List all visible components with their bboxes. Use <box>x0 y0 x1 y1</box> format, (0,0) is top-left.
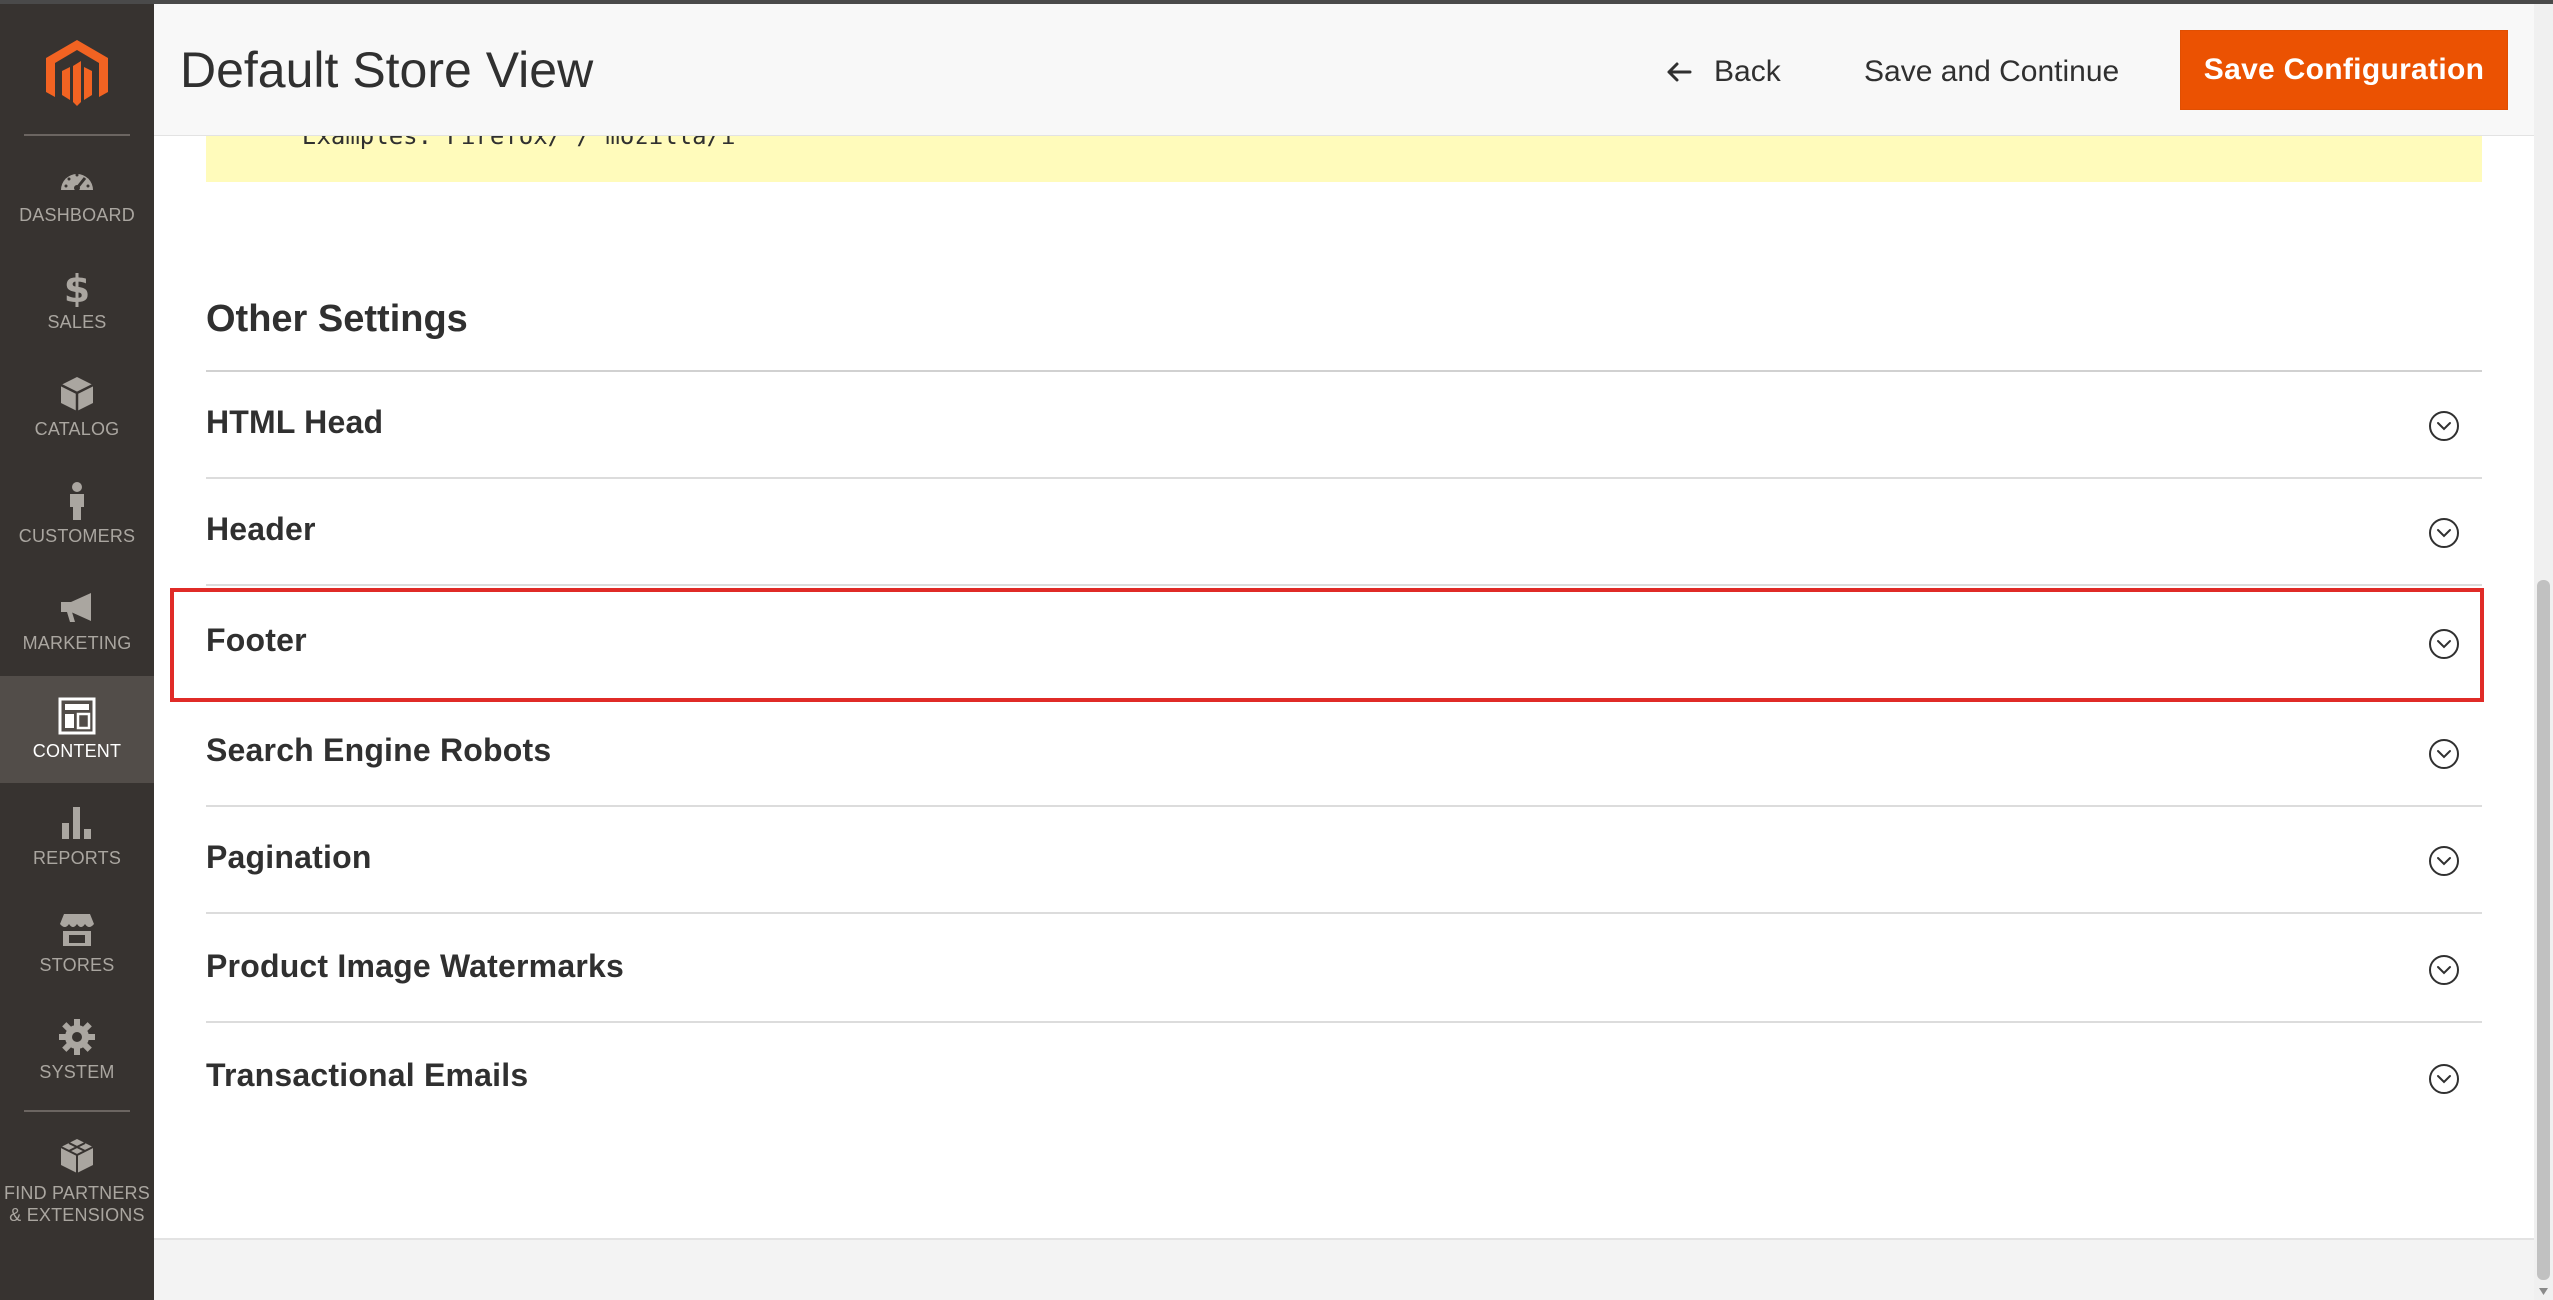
sidebar-item-label: CONTENT <box>32 741 122 761</box>
group-label: HTML Head <box>206 404 384 440</box>
sidebar-separator <box>24 1110 130 1112</box>
person-icon <box>70 482 84 520</box>
page-footer-band <box>154 1238 2534 1300</box>
bar-chart-icon <box>62 807 91 839</box>
group-header[interactable]: Header <box>206 479 2482 586</box>
sidebar-item-label: STORES <box>39 955 115 975</box>
sidebar-item-label: CATALOG <box>34 419 120 439</box>
sidebar-item-stores[interactable]: STORES <box>0 890 154 997</box>
group-html-head[interactable]: HTML Head <box>206 372 2482 479</box>
scrollbar-thumb[interactable] <box>2537 580 2550 1280</box>
sidebar-item-label: MARKETING <box>22 633 132 653</box>
dashboard-icon <box>61 173 93 191</box>
sidebar-item-label-line1: FIND PARTNERS <box>4 1183 150 1203</box>
highlight-box <box>170 588 2484 702</box>
chevron-down-circle-icon[interactable] <box>2428 1063 2460 1095</box>
sidebar-item-label: REPORTS <box>32 848 122 868</box>
row-divider <box>206 1021 2482 1023</box>
sidebar-item-label: SALES <box>47 312 107 332</box>
chevron-down-circle-icon[interactable] <box>2428 738 2460 770</box>
sidebar-item-label: DASHBOARD <box>19 205 135 225</box>
save-configuration-button[interactable]: Save Configuration <box>2180 30 2508 110</box>
arrow-left-icon <box>1667 62 1692 82</box>
sidebar-item-label: CUSTOMERS <box>18 526 136 546</box>
group-transactional-emails[interactable]: Transactional Emails <box>206 1025 2482 1132</box>
page-title: Default Store View <box>180 42 594 98</box>
save-and-continue-button[interactable]: Save and Continue <box>1864 48 2119 96</box>
sidebar-item-label-line2: & EXTENSIONS <box>9 1205 145 1225</box>
sidebar-item-find-partners[interactable]: FIND PARTNERS & EXTENSIONS <box>0 1116 154 1246</box>
store-icon <box>60 914 94 946</box>
admin-sidebar: DASHBOARD $ SALES CATALOG CUSTOMERS MARK… <box>0 0 154 1300</box>
sidebar-item-system[interactable]: SYSTEM <box>0 997 154 1104</box>
sidebar-item-dashboard[interactable]: DASHBOARD <box>0 140 154 247</box>
megaphone-icon <box>61 593 91 622</box>
sidebar-item-sales[interactable]: $ SALES <box>0 247 154 354</box>
field-note-text: Examples: Firefox/ / mozilla/i <box>302 136 736 150</box>
chevron-down-circle-icon[interactable] <box>2428 954 2460 986</box>
row-divider <box>206 584 2482 586</box>
sidebar-item-label: SYSTEM <box>39 1062 115 1082</box>
scroll-down-arrow-icon[interactable] <box>2537 1284 2550 1298</box>
group-label: Search Engine Robots <box>206 732 552 768</box>
dollar-icon: $ <box>64 267 90 307</box>
chevron-down-circle-icon[interactable] <box>2428 517 2460 549</box>
sidebar-item-customers[interactable]: CUSTOMERS <box>0 461 154 568</box>
vertical-scrollbar[interactable] <box>2534 0 2553 1300</box>
svg-text:$: $ <box>64 267 90 307</box>
row-divider <box>206 912 2482 914</box>
group-product-image-watermarks[interactable]: Product Image Watermarks <box>206 916 2482 1023</box>
back-button-label: Back <box>1714 55 1781 88</box>
layout-icon <box>58 697 96 735</box>
group-label: Pagination <box>206 839 372 875</box>
sidebar-item-catalog[interactable]: CATALOG <box>0 354 154 461</box>
cube-icon <box>60 377 94 411</box>
group-label: Transactional Emails <box>206 1057 529 1093</box>
gear-icon <box>59 1019 95 1055</box>
group-search-engine-robots[interactable]: Search Engine Robots <box>206 700 2482 807</box>
back-button[interactable]: Back <box>1664 48 1781 96</box>
blocks-icon <box>60 1139 94 1173</box>
magento-logo-icon[interactable] <box>40 36 114 110</box>
group-pagination[interactable]: Pagination <box>206 807 2482 914</box>
group-label: Header <box>206 511 316 547</box>
sidebar-item-content[interactable]: CONTENT <box>0 676 154 783</box>
sidebar-item-marketing[interactable]: MARKETING <box>0 568 154 675</box>
section-title: Other Settings <box>206 298 468 340</box>
sidebar-item-reports[interactable]: REPORTS <box>0 783 154 890</box>
group-label: Product Image Watermarks <box>206 948 624 984</box>
chevron-down-circle-icon[interactable] <box>2428 845 2460 877</box>
page-header: Default Store View Back Save and Continu… <box>154 0 2553 136</box>
chevron-down-circle-icon[interactable] <box>2428 410 2460 442</box>
window-top-border <box>0 0 2553 4</box>
sidebar-separator <box>24 134 130 136</box>
field-note: Examples: Firefox/ / mozilla/i <box>206 136 2482 182</box>
